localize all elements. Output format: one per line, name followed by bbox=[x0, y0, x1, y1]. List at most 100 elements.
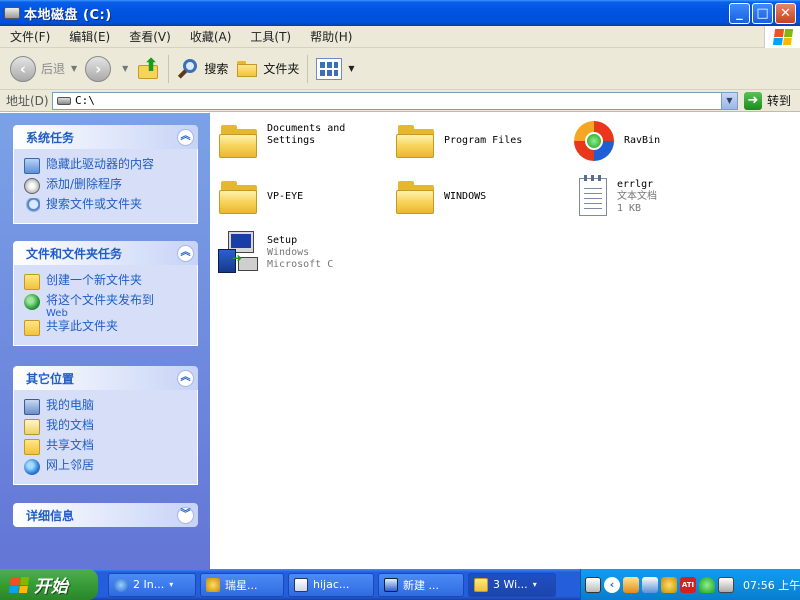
folder-icon bbox=[219, 179, 259, 215]
file-company: Microsoft C bbox=[267, 259, 334, 270]
file-item-errlgr[interactable]: errlgr 文本文档 1 KB bbox=[572, 175, 657, 217]
folders-label: 文件夹 bbox=[263, 62, 300, 76]
app-tray-icon[interactable] bbox=[623, 576, 639, 593]
document-icon bbox=[294, 577, 308, 592]
panel-other-places: 其它位置 ︽ 我的电脑 我的文档 共享文档 网上邻居 bbox=[13, 366, 198, 485]
address-bar: 地址(D) C:\ ▼ ➜ 转到 bbox=[0, 90, 800, 112]
chevron-down-icon[interactable]: ︾ bbox=[177, 506, 194, 524]
taskbar-button-ie-group[interactable]: 2 In... ▾ bbox=[108, 572, 196, 597]
volume-icon[interactable] bbox=[718, 576, 734, 593]
task-publish-to-web[interactable]: 将这个文件夹发布到 Web bbox=[24, 293, 197, 319]
panel-header[interactable]: 其它位置 ︽ bbox=[13, 366, 198, 390]
maximize-button[interactable]: □ bbox=[752, 3, 773, 24]
panel-details: 详细信息 ︾ bbox=[13, 503, 198, 527]
file-view[interactable]: Documents and Settings Program Files Rav… bbox=[210, 113, 800, 569]
up-button[interactable]: ⬆ bbox=[132, 53, 164, 85]
menu-favorites[interactable]: 收藏(A) bbox=[184, 28, 238, 45]
forward-button[interactable]: › ▼ bbox=[81, 53, 132, 85]
task-add-remove-programs[interactable]: 添加/删除程序 bbox=[24, 177, 197, 197]
chevron-up-icon[interactable]: ︽ bbox=[177, 128, 194, 146]
folder-icon bbox=[236, 60, 258, 78]
menu-tools[interactable]: 工具(T) bbox=[244, 28, 297, 45]
place-label: 共享文档 bbox=[46, 438, 95, 452]
forward-dropdown-icon[interactable]: ▼ bbox=[122, 64, 128, 73]
file-item-ravbin[interactable]: RavBin bbox=[572, 119, 660, 163]
title-bar[interactable]: 本地磁盘 (C:) _ □ ✕ bbox=[0, 0, 800, 26]
file-name: Documents and Settings bbox=[267, 123, 346, 146]
folders-button[interactable]: 文件夹 bbox=[232, 53, 303, 85]
taskbar-button-explorer-group[interactable]: 3 Wi... ▾ bbox=[468, 572, 556, 597]
add-remove-programs-icon bbox=[24, 178, 40, 194]
taskbar-button-label: 3 Wi... bbox=[493, 578, 528, 591]
task-share-folder[interactable]: 共享此文件夹 bbox=[24, 319, 197, 339]
menu-file[interactable]: 文件(F) bbox=[4, 28, 56, 45]
start-button[interactable]: 开始 bbox=[0, 569, 98, 600]
umbrella-icon[interactable] bbox=[699, 576, 715, 593]
folder-icon bbox=[396, 179, 436, 215]
rav-antivirus-icon bbox=[572, 119, 616, 163]
place-network[interactable]: 网上邻居 bbox=[24, 458, 197, 478]
go-button[interactable]: ➜ 转到 bbox=[744, 91, 791, 110]
taskbar-button-hijack[interactable]: hijac... bbox=[288, 572, 374, 597]
panel-title: 详细信息 bbox=[26, 508, 75, 523]
taskbar-button-label: hijac... bbox=[313, 578, 350, 591]
task-search-files[interactable]: 搜索文件或文件夹 bbox=[24, 197, 197, 217]
file-description: Windows bbox=[267, 247, 310, 258]
toolbar-separator bbox=[307, 54, 309, 83]
file-name: RavBin bbox=[624, 135, 661, 146]
windows-flag-icon bbox=[772, 29, 793, 45]
menu-edit[interactable]: 编辑(E) bbox=[63, 28, 116, 45]
ati-icon[interactable]: ATI bbox=[680, 576, 696, 593]
place-my-documents[interactable]: 我的文档 bbox=[24, 418, 197, 438]
chevron-up-icon[interactable]: ︽ bbox=[177, 369, 194, 387]
taskbar-button-new-doc[interactable]: 新建 ... bbox=[378, 572, 464, 597]
search-button[interactable]: 搜索 bbox=[173, 53, 232, 85]
taskbar-button-label: 瑞星... bbox=[225, 578, 258, 592]
task-new-folder[interactable]: 创建一个新文件夹 bbox=[24, 273, 197, 293]
panel-header[interactable]: 详细信息 ︾ bbox=[13, 503, 198, 527]
drive-icon bbox=[4, 7, 20, 19]
panel-header[interactable]: 文件和文件夹任务 ︽ bbox=[13, 241, 198, 265]
qq-penguin-icon[interactable] bbox=[661, 576, 677, 593]
task-label: 将这个文件夹发布到 bbox=[46, 293, 155, 307]
file-item-vp-eye[interactable]: VP-EYE bbox=[219, 179, 303, 215]
file-item-program-files[interactable]: Program Files bbox=[396, 123, 522, 159]
minimize-button[interactable]: _ bbox=[729, 3, 750, 24]
my-documents-icon bbox=[24, 419, 40, 435]
task-label: 添加/删除程序 bbox=[46, 177, 123, 191]
views-button[interactable]: ▼ bbox=[312, 53, 358, 85]
tray-expand-icon[interactable]: ‹ bbox=[604, 576, 620, 593]
place-my-computer[interactable]: 我的电脑 bbox=[24, 398, 197, 418]
chevron-down-icon[interactable]: ▼ bbox=[721, 92, 737, 109]
file-item-setup[interactable]: ➜ Setup Windows Microsoft C bbox=[216, 229, 333, 277]
network-tray-icon[interactable] bbox=[642, 576, 658, 593]
system-tray: ‹ ATI 07:56 上午 bbox=[580, 569, 800, 600]
search-icon bbox=[24, 198, 40, 214]
file-item-windows[interactable]: WINDOWS bbox=[396, 179, 486, 215]
back-label: 后退 bbox=[41, 62, 66, 76]
toolbar-separator bbox=[168, 54, 170, 83]
views-dropdown-icon[interactable]: ▼ bbox=[348, 64, 354, 73]
windows-logo bbox=[764, 26, 800, 48]
clock[interactable]: 07:56 上午 bbox=[743, 577, 800, 593]
task-label: 隐藏此驱动器的内容 bbox=[46, 157, 155, 171]
back-dropdown-icon[interactable]: ▼ bbox=[71, 64, 77, 73]
address-input[interactable]: C:\ ▼ bbox=[52, 91, 738, 110]
panel-header[interactable]: 系统任务 ︽ bbox=[13, 125, 198, 149]
task-label: 创建一个新文件夹 bbox=[46, 273, 143, 287]
task-hide-drive-contents[interactable]: 隐藏此驱动器的内容 bbox=[24, 157, 197, 177]
menu-help[interactable]: 帮助(H) bbox=[304, 28, 358, 45]
close-button[interactable]: ✕ bbox=[775, 3, 796, 24]
keyboard-icon[interactable] bbox=[585, 576, 601, 593]
file-item-documents-and-settings[interactable]: Documents and Settings bbox=[219, 123, 345, 159]
start-label: 开始 bbox=[34, 577, 68, 597]
address-value: C:\ bbox=[75, 94, 95, 107]
address-label: 地址(D) bbox=[6, 94, 49, 108]
taskbar-button-rising[interactable]: 瑞星... bbox=[200, 572, 284, 597]
place-shared-documents[interactable]: 共享文档 bbox=[24, 438, 197, 458]
back-button[interactable]: ‹ 后退 ▼ bbox=[6, 53, 81, 85]
chevron-up-icon[interactable]: ︽ bbox=[177, 244, 194, 262]
search-label: 搜索 bbox=[204, 62, 229, 76]
menu-view[interactable]: 查看(V) bbox=[123, 28, 177, 45]
task-sublabel: Web bbox=[46, 308, 68, 319]
